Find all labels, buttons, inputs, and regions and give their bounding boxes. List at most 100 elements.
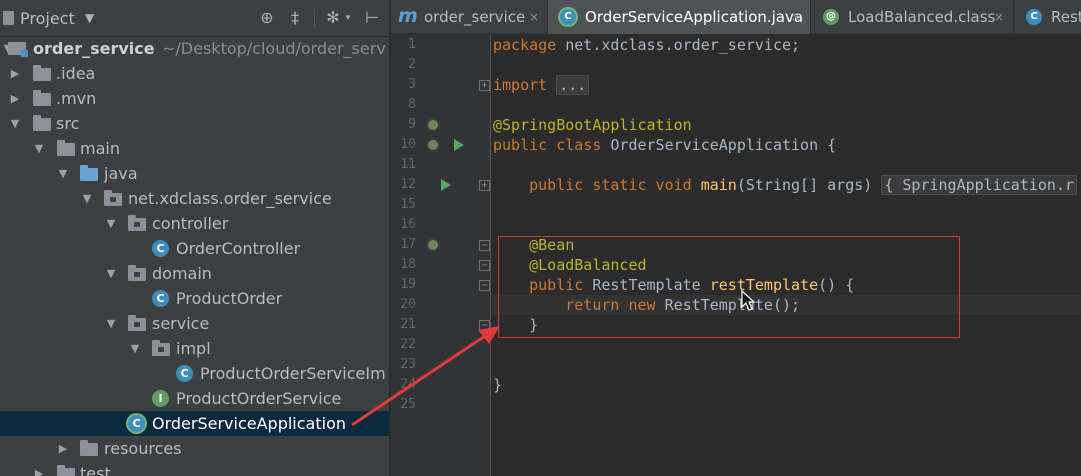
line-number: 25	[400, 397, 416, 412]
line-number: 3	[408, 77, 416, 92]
fold-marker-icon[interactable]: −	[479, 240, 490, 251]
chevron-down-icon[interactable]: ▼	[8, 111, 22, 136]
keyword: public class	[493, 136, 602, 154]
tab-load-balanced-class[interactable]: @ LoadBalanced.class ×	[811, 0, 1014, 34]
dropdown-arrow-icon[interactable]: ▾	[338, 8, 358, 28]
tree-item-label: ProductOrderService	[176, 389, 342, 408]
spring-bean-icon[interactable]	[426, 238, 440, 252]
module-icon	[8, 42, 28, 57]
chevron-down-icon[interactable]: ▼	[128, 336, 142, 361]
tree-item-label: .mvn	[56, 89, 97, 108]
tree-item-order-controller[interactable]: C OrderController	[0, 236, 389, 261]
folded-imports[interactable]: ...	[556, 75, 590, 95]
folder-icon	[57, 140, 75, 156]
close-icon[interactable]: ×	[994, 0, 1004, 34]
chevron-down-icon[interactable]: ▼	[32, 136, 46, 161]
fold-marker-icon[interactable]: +	[479, 180, 490, 191]
annotation-highlight-box	[498, 236, 960, 338]
chevron-down-icon[interactable]: ▼	[85, 0, 94, 37]
line-number: 24	[400, 377, 416, 392]
folded-method-body[interactable]: { SpringApplication.r	[881, 175, 1077, 195]
project-view-title[interactable]: Project	[20, 0, 75, 37]
hide-panel-icon[interactable]: ⊢	[362, 8, 382, 28]
tree-item-label: test	[80, 464, 111, 476]
tree-item-label: java	[104, 164, 138, 183]
tree-item-domain[interactable]: ▼ domain	[0, 261, 389, 286]
collapse-all-icon[interactable]: ‡	[285, 8, 305, 28]
toolbar-divider	[314, 9, 315, 27]
chevron-down-icon[interactable]: ▼	[104, 311, 118, 336]
crosshair-icon[interactable]: ⊕	[257, 8, 277, 28]
spring-bean-icon[interactable]	[426, 138, 440, 152]
tree-item-main[interactable]: ▼ main	[0, 136, 389, 161]
tree-item-service[interactable]: ▼ service	[0, 311, 389, 336]
class-icon: C	[176, 365, 193, 382]
tree-item-mvn[interactable]: ▶ .mvn	[0, 86, 389, 111]
tree-item-product-order-service-impl[interactable]: C ProductOrderServiceIm	[0, 361, 389, 386]
tree-item-controller[interactable]: ▼ controller	[0, 211, 389, 236]
package-icon	[152, 340, 170, 356]
annotation: @SpringBootApplication	[493, 116, 692, 134]
tree-item-product-order-service[interactable]: I ProductOrderService	[0, 386, 389, 411]
tree-item-idea[interactable]: ▶ .idea	[0, 61, 389, 86]
tree-item-label: service	[152, 314, 210, 333]
chevron-down-icon[interactable]: ▼	[104, 261, 118, 286]
tab-label: order_service	[424, 8, 526, 26]
chevron-down-icon[interactable]: ▼	[80, 186, 94, 211]
tree-item-test[interactable]: ▶ test	[0, 461, 389, 476]
resources-folder-icon	[80, 440, 98, 456]
line-number: 19	[400, 277, 416, 292]
tree-item-label: resources	[104, 439, 182, 458]
tree-item-label: net.xdclass.order_service	[128, 189, 332, 208]
fold-marker-icon[interactable]: +	[479, 80, 490, 91]
tree-item-package-order-service[interactable]: ▼ net.xdclass.order_service	[0, 186, 389, 211]
annotation-icon: @	[823, 9, 839, 25]
method-name: main	[691, 176, 737, 194]
code-line-8: @SpringBootApplication	[493, 115, 692, 135]
tree-item-label: OrderServiceApplication	[152, 414, 346, 433]
chevron-right-icon[interactable]: ▶	[32, 461, 46, 476]
tree-item-order-service[interactable]: ▼ order_service ~/Desktop/cloud/order_se…	[0, 36, 389, 61]
line-number: 18	[400, 257, 416, 272]
code-line-9: public class OrderServiceApplication {	[493, 135, 836, 155]
tree-item-resources[interactable]: ▶ resources	[0, 436, 389, 461]
code-text: (String[] args)	[736, 176, 882, 194]
tab-order-service[interactable]: m order_service ×	[391, 0, 548, 34]
fold-marker-icon[interactable]: −	[479, 280, 490, 291]
line-number: 9	[408, 117, 416, 132]
line-number: 20	[400, 297, 416, 312]
line-number: 15	[400, 197, 416, 212]
chevron-down-icon[interactable]: ▼	[104, 211, 118, 236]
chevron-right-icon[interactable]: ▶	[56, 436, 70, 461]
tree-item-product-order[interactable]: C ProductOrder	[0, 286, 389, 311]
tree-item-label: src	[56, 114, 80, 133]
spring-bean-icon[interactable]	[426, 118, 440, 132]
keyword: public static void	[529, 176, 692, 194]
folder-icon	[33, 115, 51, 131]
project-panel: Project ▼ ⊕ ‡ ✻ ▾ ⊢ ▼ order_service ~/De…	[0, 0, 390, 476]
chevron-down-icon[interactable]: ▼	[56, 161, 70, 186]
line-number: 16	[400, 217, 416, 232]
code-line-1: package net.xdclass.order_service;	[493, 35, 800, 55]
fold-marker-icon[interactable]: −	[479, 260, 490, 271]
tab-rest-template[interactable]: C Rest	[1014, 0, 1081, 34]
tab-label: Rest	[1051, 8, 1081, 26]
close-icon[interactable]: ×	[529, 0, 539, 34]
tree-item-label: ProductOrderServiceIm	[200, 364, 386, 383]
run-icon[interactable]	[441, 179, 451, 191]
run-icon[interactable]	[454, 139, 464, 151]
tree-item-java[interactable]: ▼ java	[0, 161, 389, 186]
chevron-right-icon[interactable]: ▶	[8, 61, 22, 86]
code-line-11: public static void main(String[] args) {…	[493, 175, 1077, 195]
tree-item-label: main	[80, 139, 120, 158]
mouse-pointer-icon	[741, 290, 756, 311]
tree-item-impl[interactable]: ▼ impl	[0, 336, 389, 361]
editor-tab-bar: m order_service × C OrderServiceApplicat…	[391, 0, 1081, 34]
tree-item-src[interactable]: ▼ src	[0, 111, 389, 136]
chevron-right-icon[interactable]: ▶	[8, 86, 22, 111]
tree-item-order-service-application[interactable]: C OrderServiceApplication	[0, 411, 389, 436]
fold-marker-icon[interactable]: −	[479, 320, 490, 331]
tab-order-service-application[interactable]: C OrderServiceApplication.java ×	[548, 0, 811, 34]
tree-item-label: OrderController	[176, 239, 301, 258]
close-icon[interactable]: ×	[791, 0, 801, 34]
